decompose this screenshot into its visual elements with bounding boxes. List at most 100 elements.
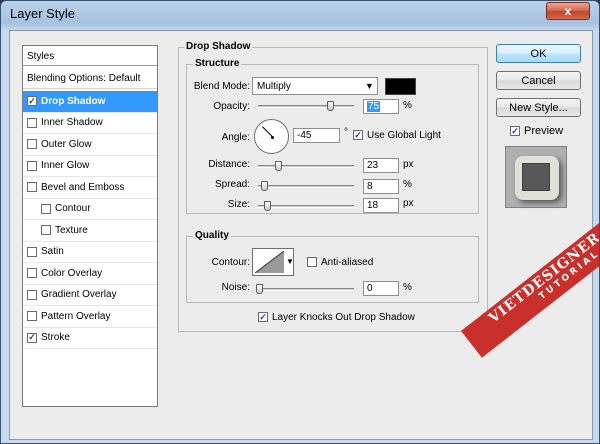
style-item-contour[interactable]: Contour xyxy=(23,199,157,220)
style-item-drop-shadow[interactable]: ✓ Drop Shadow xyxy=(23,91,157,113)
preview-swatch xyxy=(522,163,550,191)
dialog-client-area: Styles Blending Options: Default ✓ Drop … xyxy=(9,30,593,440)
color-overlay-checkbox[interactable] xyxy=(27,268,37,279)
drop-shadow-checkbox[interactable]: ✓ xyxy=(27,96,37,107)
drop-shadow-title: Drop Shadow xyxy=(184,41,253,52)
opacity-input[interactable]: 75 xyxy=(363,99,399,114)
style-item-bevel-emboss[interactable]: Bevel and Emboss xyxy=(23,177,157,199)
knockout-label[interactable]: Layer Knocks Out Drop Shadow xyxy=(272,312,415,323)
distance-slider[interactable] xyxy=(258,165,354,168)
inner-shadow-checkbox[interactable] xyxy=(27,117,37,128)
title-bar[interactable]: Layer Style x xyxy=(1,1,599,29)
close-button[interactable]: x xyxy=(546,2,590,20)
blend-mode-select[interactable]: Multiply ▼ xyxy=(252,77,378,95)
style-item-label: Inner Shadow xyxy=(41,117,103,129)
size-unit: px xyxy=(403,198,414,209)
style-item-label: Outer Glow xyxy=(41,138,92,150)
style-item-label: Contour xyxy=(55,203,91,215)
distance-unit: px xyxy=(403,159,414,170)
noise-value: 0 xyxy=(367,283,373,294)
spread-input[interactable]: 8 xyxy=(363,179,399,194)
preview-label[interactable]: Preview xyxy=(524,125,563,137)
inner-glow-checkbox[interactable] xyxy=(27,160,37,171)
knockout-checkbox[interactable]: ✓ xyxy=(258,312,268,322)
new-style-button[interactable]: New Style... xyxy=(496,98,581,117)
ok-button[interactable]: OK xyxy=(496,44,581,63)
angle-label: Angle: xyxy=(221,132,250,143)
spread-slider[interactable] xyxy=(258,185,354,188)
opacity-slider-thumb[interactable] xyxy=(327,101,334,111)
angle-dial[interactable] xyxy=(254,119,289,154)
contour-linear-icon xyxy=(255,251,284,273)
style-item-label: Bevel and Emboss xyxy=(41,181,125,193)
style-item-stroke[interactable]: ✓ Stroke xyxy=(23,328,157,349)
preview-checkbox[interactable]: ✓ xyxy=(510,126,520,136)
pattern-overlay-checkbox[interactable] xyxy=(27,311,37,322)
contour-checkbox[interactable] xyxy=(41,203,51,214)
stroke-checkbox[interactable]: ✓ xyxy=(27,332,37,343)
close-icon: x xyxy=(564,4,572,18)
styles-header[interactable]: Styles xyxy=(23,46,157,66)
size-slider-thumb[interactable] xyxy=(264,201,271,211)
style-item-texture[interactable]: Texture xyxy=(23,220,157,242)
style-item-color-overlay[interactable]: Color Overlay xyxy=(23,263,157,285)
distance-input[interactable]: 23 xyxy=(363,158,399,173)
angle-value: -45 xyxy=(297,130,312,141)
anti-aliased-checkbox[interactable] xyxy=(307,257,317,267)
spread-label: Spread: xyxy=(214,179,250,190)
texture-checkbox[interactable] xyxy=(41,225,51,236)
noise-label: Noise: xyxy=(221,282,250,293)
satin-checkbox[interactable] xyxy=(27,246,37,257)
style-item-inner-glow[interactable]: Inner Glow xyxy=(23,156,157,177)
style-item-label: Drop Shadow xyxy=(41,95,106,107)
style-item-label: Gradient Overlay xyxy=(41,289,117,301)
chevron-down-icon: ▼ xyxy=(365,81,374,91)
opacity-slider[interactable] xyxy=(258,105,354,108)
outer-glow-checkbox[interactable] xyxy=(27,139,37,150)
style-item-satin[interactable]: Satin xyxy=(23,242,157,263)
opacity-label: Opacity: xyxy=(213,101,250,112)
spread-slider-thumb[interactable] xyxy=(261,181,268,191)
style-item-gradient-overlay[interactable]: Gradient Overlay xyxy=(23,285,157,306)
size-input[interactable]: 18 xyxy=(363,198,399,213)
size-label: Size: xyxy=(227,199,250,210)
style-preview-thumbnail xyxy=(505,146,567,208)
style-item-label: Stroke xyxy=(41,332,70,344)
bevel-emboss-checkbox[interactable] xyxy=(27,182,37,193)
anti-aliased-label[interactable]: Anti-aliased xyxy=(321,257,373,268)
contour-picker[interactable]: ▼ xyxy=(252,248,294,276)
angle-unit: ° xyxy=(344,127,348,138)
size-slider[interactable] xyxy=(258,205,354,208)
use-global-light-checkbox[interactable]: ✓ xyxy=(353,130,363,140)
style-item-label: Pattern Overlay xyxy=(41,310,111,322)
blend-mode-label: Blend Mode: xyxy=(193,81,250,92)
layer-style-window: Layer Style x Styles Blending Options: D… xyxy=(0,0,600,444)
cancel-button[interactable]: Cancel xyxy=(496,71,581,90)
window-title: Layer Style xyxy=(10,6,76,21)
shadow-color-swatch[interactable] xyxy=(385,78,416,95)
opacity-value: 75 xyxy=(367,101,381,112)
noise-input[interactable]: 0 xyxy=(363,281,399,296)
style-item-label: Satin xyxy=(41,246,64,258)
noise-slider[interactable] xyxy=(258,288,354,291)
opacity-unit: % xyxy=(403,100,412,111)
style-item-outer-glow[interactable]: Outer Glow xyxy=(23,134,157,156)
distance-label: Distance: xyxy=(208,159,250,170)
styles-list: Styles Blending Options: Default ✓ Drop … xyxy=(22,45,158,407)
use-global-light-label[interactable]: Use Global Light xyxy=(367,130,441,141)
structure-title: Structure xyxy=(193,58,242,69)
distance-value: 23 xyxy=(367,160,379,171)
angle-dial-needle xyxy=(262,126,273,137)
spread-value: 8 xyxy=(367,181,373,192)
noise-slider-thumb[interactable] xyxy=(256,284,263,294)
blending-options-item[interactable]: Blending Options: Default xyxy=(23,67,157,89)
spread-unit: % xyxy=(403,179,412,190)
style-item-pattern-overlay[interactable]: Pattern Overlay xyxy=(23,306,157,328)
contour-label: Contour: xyxy=(211,257,250,268)
style-item-label: Color Overlay xyxy=(41,267,103,279)
gradient-overlay-checkbox[interactable] xyxy=(27,289,37,300)
style-item-inner-shadow[interactable]: Inner Shadow xyxy=(23,113,157,134)
quality-title: Quality xyxy=(193,230,231,241)
angle-input[interactable]: -45 xyxy=(293,128,340,143)
distance-slider-thumb[interactable] xyxy=(275,161,282,171)
